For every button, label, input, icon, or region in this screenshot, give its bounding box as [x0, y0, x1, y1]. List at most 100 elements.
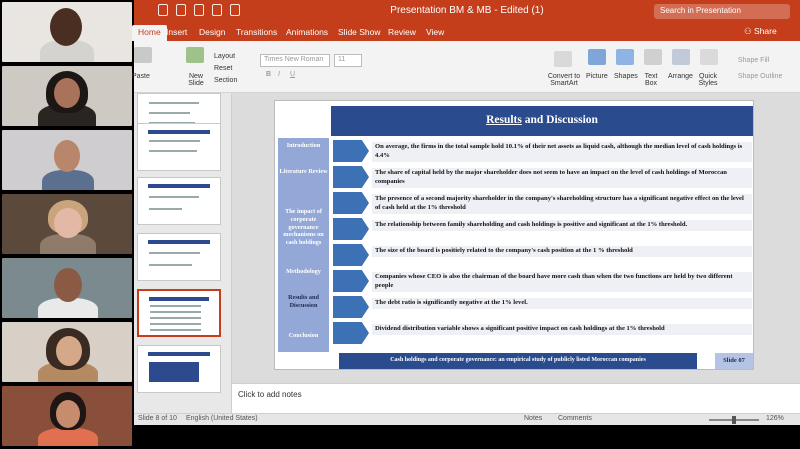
- tab-home[interactable]: Home: [132, 25, 167, 41]
- participant-video-4[interactable]: [2, 194, 132, 254]
- result-row[interactable]: The share of capital held by the major s…: [333, 166, 753, 188]
- tab-animations[interactable]: Animations: [286, 27, 328, 37]
- screen: Presentation BM & MB - Edited (1) Search…: [0, 0, 800, 449]
- result-text: Dividend distribution variable shows a s…: [372, 324, 752, 335]
- notes-pane[interactable]: Click to add notes: [232, 383, 800, 413]
- layout-button[interactable]: Layout: [214, 53, 235, 60]
- slide-thumbnail-selected[interactable]: [137, 289, 221, 337]
- quick-styles-button[interactable]: Quick Styles: [696, 73, 720, 87]
- tab-design[interactable]: Design: [199, 27, 225, 37]
- ribbon: Paste New Slide Layout Reset Section Tim…: [132, 41, 800, 93]
- slide-thumbnails[interactable]: [134, 93, 232, 413]
- shapes-button[interactable]: Shapes: [614, 73, 638, 80]
- language-status[interactable]: English (United States): [186, 415, 258, 422]
- underline-button[interactable]: U: [290, 71, 295, 78]
- font-size-field[interactable]: 11: [334, 54, 362, 67]
- notes-toggle[interactable]: Notes: [524, 415, 542, 422]
- shapes-icon[interactable]: [616, 49, 634, 65]
- text-box-button[interactable]: Text Box: [642, 73, 660, 87]
- chevron-arrow-icon: [333, 244, 369, 266]
- chevron-arrow-icon: [333, 140, 369, 162]
- new-slide-button[interactable]: New Slide: [184, 73, 208, 87]
- slide-count: Slide 8 of 10: [138, 415, 177, 422]
- share-button[interactable]: ⚇ Share: [744, 26, 777, 37]
- agenda-item: Conclusion: [288, 332, 319, 339]
- participant-video-6[interactable]: [2, 322, 132, 382]
- tab-transitions[interactable]: Transitions: [236, 27, 277, 37]
- agenda-item-current: Results and Discussion: [288, 294, 319, 309]
- result-row[interactable]: The relationship between family sharehol…: [333, 218, 753, 240]
- zoom-level[interactable]: 126%: [766, 415, 784, 422]
- powerpoint-window: Presentation BM & MB - Edited (1) Search…: [132, 0, 800, 425]
- status-bar: Slide 8 of 10 English (United States) No…: [134, 413, 800, 425]
- slide-thumbnail[interactable]: [137, 233, 221, 281]
- slide-thumbnail[interactable]: [137, 177, 221, 225]
- zoom-slider-handle[interactable]: [732, 416, 736, 424]
- slide-canvas[interactable]: Results and Discussion Introduction Lite…: [232, 93, 800, 383]
- shape-outline-button[interactable]: Shape Outline: [738, 73, 782, 80]
- picture-button[interactable]: Picture: [586, 73, 608, 80]
- title-bar: Presentation BM & MB - Edited (1) Search…: [134, 0, 800, 24]
- slide-thumbnail[interactable]: [137, 345, 221, 393]
- agenda-item: Literature Review: [279, 168, 328, 175]
- result-text: The size of the board is positiely relat…: [372, 246, 752, 257]
- arrange-icon[interactable]: [672, 49, 690, 65]
- result-text: The debt ratio is significantly negative…: [372, 298, 752, 309]
- picture-icon[interactable]: [588, 49, 606, 65]
- slide-title-bar[interactable]: Results and Discussion: [331, 106, 753, 136]
- participant-video-1[interactable]: [2, 2, 132, 62]
- section-button[interactable]: Section: [214, 77, 237, 84]
- slide-number-badge[interactable]: Slide 07: [715, 353, 753, 369]
- tab-view[interactable]: View: [426, 27, 444, 37]
- agenda-item: The impact of corporate governance mecha…: [283, 208, 324, 246]
- desktop-background: [134, 425, 800, 449]
- notes-placeholder: Click to add notes: [238, 390, 302, 399]
- shape-fill-button[interactable]: Shape Fill: [738, 57, 769, 64]
- result-row[interactable]: The presence of a second majority shareh…: [333, 192, 753, 214]
- smartart-icon[interactable]: [554, 51, 572, 67]
- result-row[interactable]: The debt ratio is significantly negative…: [333, 296, 753, 318]
- result-text: The relationship between family sharehol…: [372, 220, 752, 231]
- tab-slide-show[interactable]: Slide Show: [338, 27, 381, 37]
- arrange-button[interactable]: Arrange: [668, 73, 693, 80]
- result-text: Companies whose CEO is also the chairman…: [372, 272, 752, 292]
- font-name-field[interactable]: Times New Roman: [260, 54, 330, 67]
- reset-button[interactable]: Reset: [214, 65, 232, 72]
- ribbon-tabs: Home Insert Design Transitions Animation…: [132, 24, 800, 41]
- slide-title: Results and Discussion: [486, 114, 598, 126]
- tab-review[interactable]: Review: [388, 27, 416, 37]
- video-gallery: [0, 0, 134, 449]
- chevron-arrow-icon: [333, 322, 369, 344]
- chevron-arrow-icon: [333, 270, 369, 292]
- result-text: The presence of a second majority shareh…: [372, 194, 752, 214]
- participant-video-2[interactable]: [2, 66, 132, 126]
- participant-video-7[interactable]: [2, 386, 132, 446]
- participant-video-5[interactable]: [2, 258, 132, 318]
- person-icon: ⚇: [744, 26, 754, 36]
- agenda-item: Methodology: [286, 268, 321, 275]
- bold-button[interactable]: B: [266, 71, 271, 78]
- slide[interactable]: Results and Discussion Introduction Lite…: [274, 100, 754, 370]
- participant-video-3[interactable]: [2, 130, 132, 190]
- slide-thumbnail[interactable]: [137, 123, 221, 171]
- paste-icon[interactable]: [134, 47, 152, 63]
- chevron-arrow-icon: [333, 296, 369, 318]
- agenda-column[interactable]: Introduction Literature Review The impac…: [278, 138, 329, 352]
- italic-button[interactable]: I: [278, 71, 280, 78]
- chevron-arrow-icon: [333, 192, 369, 214]
- result-row[interactable]: Dividend distribution variable shows a s…: [333, 322, 753, 344]
- result-row[interactable]: The size of the board is positiely relat…: [333, 244, 753, 266]
- search-input[interactable]: Search in Presentation: [654, 4, 790, 19]
- paste-button[interactable]: Paste: [132, 73, 150, 80]
- convert-smartart-button[interactable]: Convert to SmartArt: [544, 73, 584, 87]
- result-row[interactable]: Companies whose CEO is also the chairman…: [333, 270, 753, 292]
- text-box-icon[interactable]: [644, 49, 662, 65]
- comments-toggle[interactable]: Comments: [558, 415, 592, 422]
- new-slide-icon[interactable]: [186, 47, 204, 63]
- result-text: The share of capital held by the major s…: [372, 168, 752, 188]
- result-row[interactable]: On average, the firms in the total sampl…: [333, 140, 753, 162]
- slide-footer[interactable]: Cash holdings and corporate governance: …: [339, 353, 697, 369]
- quick-styles-icon[interactable]: [700, 49, 718, 65]
- tab-insert[interactable]: Insert: [166, 27, 187, 37]
- chevron-arrow-icon: [333, 166, 369, 188]
